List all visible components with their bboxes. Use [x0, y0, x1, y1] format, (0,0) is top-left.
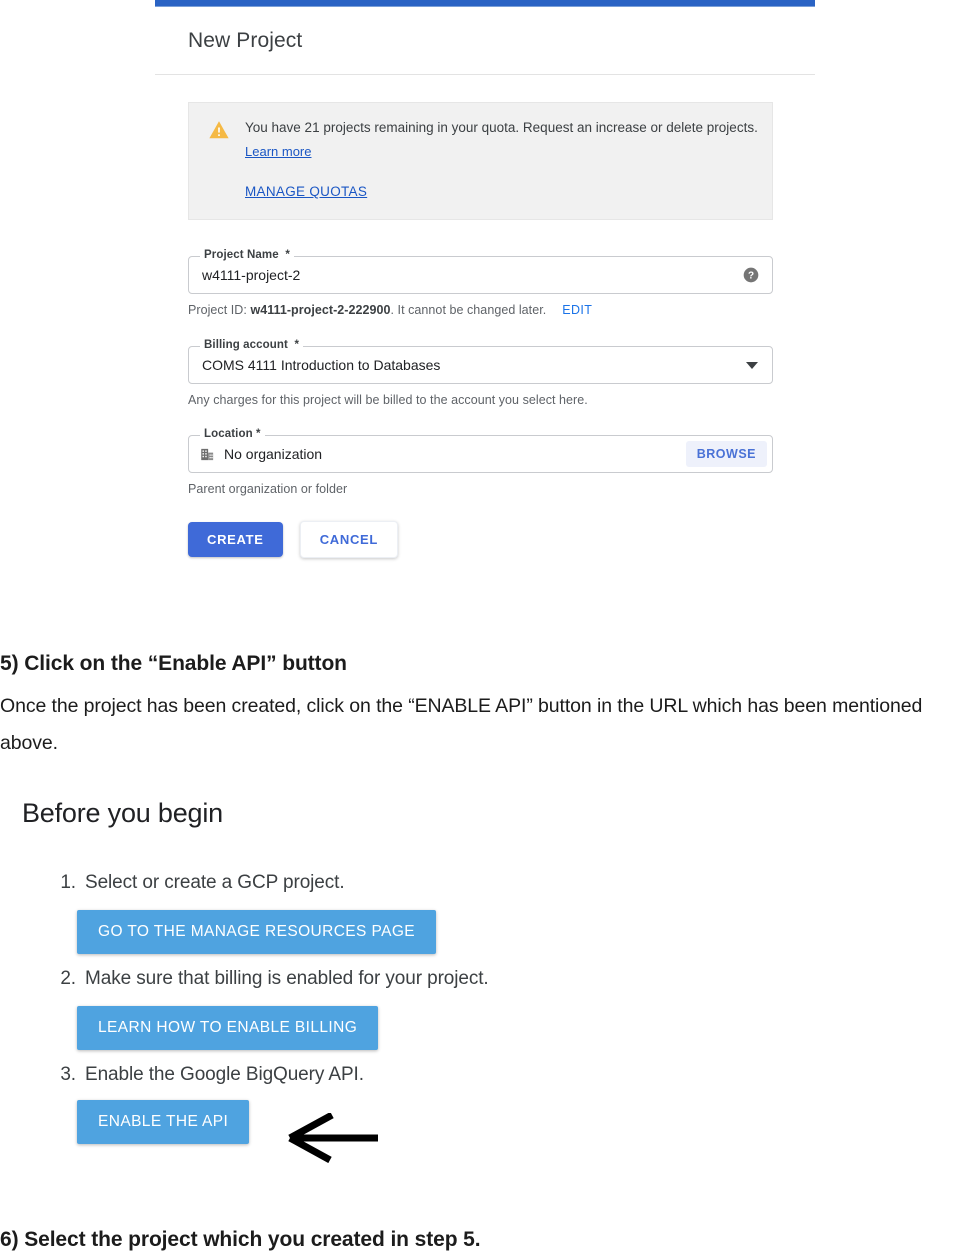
step-number: 2.: [60, 968, 76, 989]
quota-message: You have 21 projects remaining in your q…: [245, 120, 758, 135]
before-you-begin-title: Before you begin: [22, 798, 223, 828]
dialog-accent-bar: [155, 0, 815, 7]
project-name-input[interactable]: w4111-project-2: [189, 267, 743, 283]
help-circle-icon[interactable]: ?: [743, 267, 759, 283]
chevron-down-icon[interactable]: [746, 361, 758, 369]
browse-button[interactable]: BROWSE: [685, 441, 767, 467]
learn-how-to-enable-billing-button[interactable]: LEARN HOW TO ENABLE BILLING: [77, 1006, 379, 1050]
list-item: 1. Select or create a GCP project.: [50, 872, 650, 894]
step-6-heading: 6) Select the project which you created …: [0, 1228, 481, 1251]
billing-account-required-mark: *: [294, 339, 300, 351]
project-id-helper: Project ID: w4111-project-2-222900. It c…: [188, 303, 815, 317]
manage-quotas-link[interactable]: MANAGE QUOTAS: [245, 181, 367, 203]
list-item: 2. Make sure that billing is enabled for…: [50, 968, 650, 990]
project-name-field[interactable]: Project Name * w4111-project-2 ?: [188, 249, 773, 294]
step-number: 1.: [60, 872, 76, 893]
dialog-title: New Project: [188, 29, 303, 52]
list-item: 3. Enable the Google BigQuery API.: [50, 1064, 650, 1086]
location-value[interactable]: No organization: [224, 446, 686, 462]
step-5-heading: 5) Click on the “Enable API” button: [0, 652, 347, 675]
create-button[interactable]: CREATE: [188, 522, 283, 557]
new-project-dialog: New Project You have 21 projects remaini…: [155, 0, 815, 558]
step-text: Make sure that billing is enabled for yo…: [85, 968, 489, 989]
project-id-prefix: Project ID:: [188, 303, 251, 317]
step-number: 3.: [60, 1064, 76, 1085]
quota-notice: You have 21 projects remaining in your q…: [188, 102, 773, 220]
step-5-body: Once the project has been created, click…: [0, 695, 923, 754]
warning-triangle-icon: [209, 121, 229, 139]
billing-account-label: Billing account *: [200, 339, 304, 351]
billing-account-label-text: Billing account: [204, 339, 288, 351]
cancel-button[interactable]: CANCEL: [299, 521, 399, 558]
left-arrow-annotation: [288, 1113, 378, 1163]
project-id-suffix: . It cannot be changed later.: [390, 303, 547, 317]
project-name-label: Project Name *: [200, 249, 294, 261]
organization-building-icon: [201, 448, 214, 460]
location-field[interactable]: Location * No organization BROWSE: [188, 428, 773, 473]
project-name-required-mark: *: [285, 249, 290, 261]
dialog-divider: [155, 74, 815, 75]
project-name-label-text: Project Name: [204, 249, 279, 261]
location-helper: Parent organization or folder: [188, 482, 348, 496]
step-text: Select or create a GCP project.: [85, 872, 345, 893]
learn-more-link[interactable]: Learn more: [245, 141, 311, 163]
project-id-value: w4111-project-2-222900: [250, 303, 391, 317]
billing-account-helper: Any charges for this project will be bil…: [188, 393, 588, 407]
go-to-manage-resources-button[interactable]: GO TO THE MANAGE RESOURCES PAGE: [77, 910, 437, 954]
svg-text:?: ?: [748, 270, 754, 281]
dialog-actions: CREATE CANCEL: [188, 521, 815, 558]
quota-text-block: You have 21 projects remaining in your q…: [245, 117, 758, 203]
billing-account-field[interactable]: Billing account * COMS 4111 Introduction…: [188, 339, 773, 384]
billing-account-value[interactable]: COMS 4111 Introduction to Databases: [189, 357, 746, 373]
enable-the-api-button[interactable]: ENABLE THE API: [77, 1100, 250, 1144]
location-label: Location *: [200, 428, 265, 440]
edit-project-id-link[interactable]: EDIT: [562, 303, 592, 317]
step-text: Enable the Google BigQuery API.: [85, 1064, 364, 1085]
